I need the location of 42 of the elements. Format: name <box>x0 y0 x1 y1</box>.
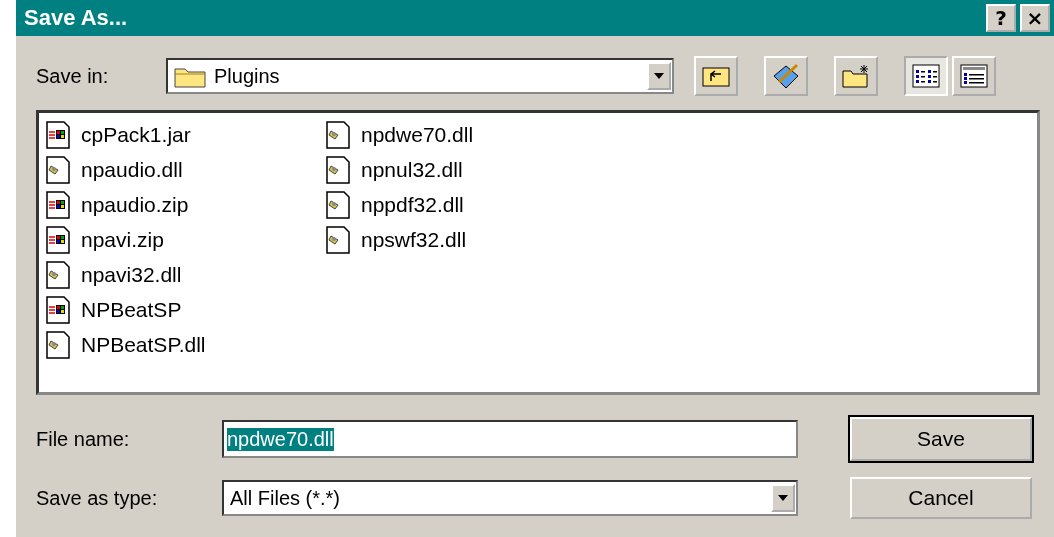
file-name[interactable]: NPBeatSP.dll <box>81 332 206 357</box>
file-name[interactable]: npavi32.dll <box>81 262 182 287</box>
file-name-field[interactable]: npdwe70.dll <box>222 420 798 458</box>
help-button[interactable]: ? <box>986 4 1016 32</box>
file-name[interactable]: npswf32.dll <box>361 227 467 252</box>
file-name-value: npdwe70.dll <box>227 427 334 451</box>
dropdown-arrow-icon <box>654 73 664 79</box>
toolbar-button[interactable] <box>694 56 738 96</box>
file-name[interactable]: cpPack1.jar <box>81 122 191 147</box>
window-title: Save As... <box>24 5 129 31</box>
file-name[interactable]: npaudio.zip <box>81 192 189 217</box>
app-file-icon <box>45 225 71 254</box>
file-name[interactable]: npnul32.dll <box>361 157 463 182</box>
save-as-type-dropdown[interactable]: All Files (*.*) <box>222 480 798 516</box>
dropdown-button[interactable] <box>771 484 795 512</box>
dropdown-button[interactable] <box>647 62 671 90</box>
toolbar-button[interactable] <box>834 56 878 96</box>
dropdown-arrow-icon <box>778 495 788 501</box>
up-folder-icon <box>701 64 731 88</box>
file-type: All Files (*.*) <box>230 486 341 510</box>
file-name[interactable]: nppdf32.dll <box>361 192 464 217</box>
list-view-icon <box>912 64 940 88</box>
file-name[interactable]: NPBeatSP <box>81 297 182 322</box>
toolbar-button[interactable] <box>764 56 808 96</box>
file-name[interactable]: npdwe70.dll <box>361 122 474 147</box>
new-folder-icon <box>841 63 871 89</box>
file-name[interactable]: npavi.zip <box>81 227 164 252</box>
view-button[interactable] <box>904 56 948 96</box>
app-file-icon <box>45 190 71 219</box>
app-file-icon <box>45 120 71 149</box>
cancel-button[interactable]: Cancel <box>850 477 1032 519</box>
save-button[interactable]: Save <box>850 417 1032 461</box>
view-button[interactable] <box>952 56 996 96</box>
save-in-dropdown[interactable]: Plugins <box>166 58 674 94</box>
app-file-icon <box>45 295 71 324</box>
save-in-label: Save in: <box>36 64 110 88</box>
details-view-icon <box>960 64 988 88</box>
close-button[interactable]: × <box>1020 4 1050 32</box>
save-as-type-label: Save as type: <box>36 486 159 510</box>
file-name[interactable]: npaudio.dll <box>81 157 183 182</box>
folder-name: Plugins <box>214 64 281 88</box>
file-name-label: File name: <box>36 427 131 451</box>
